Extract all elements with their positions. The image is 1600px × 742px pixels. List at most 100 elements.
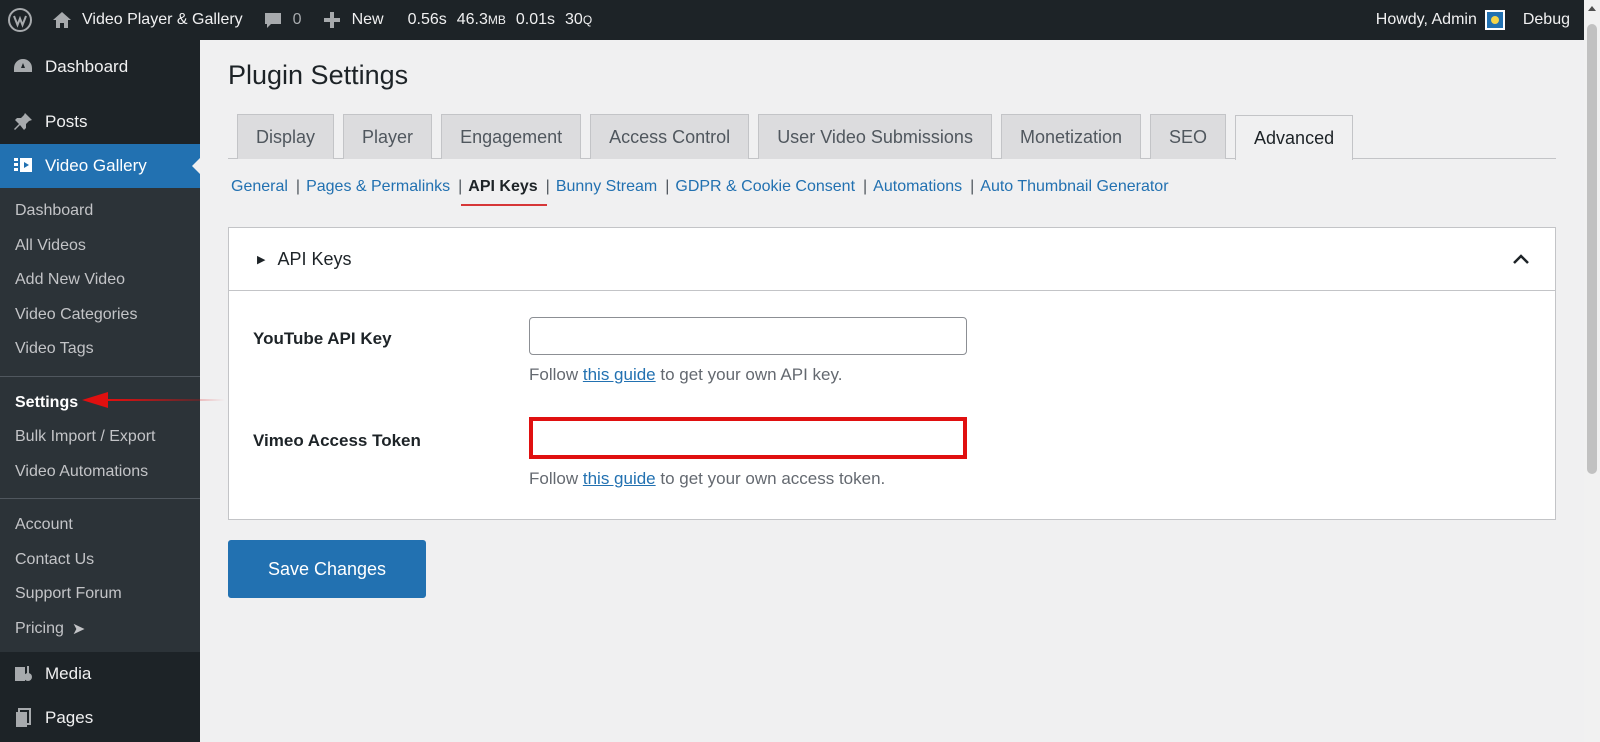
submenu-all-videos[interactable]: All Videos [0, 229, 200, 264]
wp-logo-menu[interactable] [0, 0, 41, 40]
youtube-api-key-field-wrap: Follow this guide to get your own API ke… [529, 317, 967, 385]
disclosure-triangle-icon: ▶ [257, 253, 266, 266]
avatar [1484, 10, 1505, 30]
pushpin-icon [10, 109, 36, 135]
subnav-general[interactable]: General [231, 178, 288, 196]
youtube-guide-link[interactable]: this guide [583, 365, 656, 384]
tab-advanced[interactable]: Advanced [1235, 115, 1354, 160]
tab-engagement[interactable]: Engagement [441, 114, 582, 159]
pricing-arrow-icon: ➤ [71, 620, 86, 638]
menu-video-gallery[interactable]: Video Gallery [0, 144, 200, 188]
submenu-video-automations[interactable]: Video Automations [0, 455, 200, 490]
menu-pages[interactable]: Pages [0, 696, 200, 740]
vimeo-access-token-input[interactable] [529, 417, 967, 459]
scroll-up-arrow-icon[interactable] [1588, 6, 1596, 11]
pages-icon [10, 705, 36, 731]
subnav-separator: | [970, 178, 975, 195]
submenu-account[interactable]: Account [0, 508, 200, 543]
subnav-auto-thumbnail-generator[interactable]: Auto Thumbnail Generator [980, 178, 1168, 196]
submenu-separator [0, 498, 200, 499]
vimeo-access-token-row: Vimeo Access Token Follow this guide to … [253, 417, 1531, 489]
submenu-bulk-import-export[interactable]: Bulk Import / Export [0, 420, 200, 455]
tab-user-video-submissions[interactable]: User Video Submissions [758, 114, 992, 159]
query-monitor-stats[interactable]: 0.56s 46.3MB 0.01s 30Q [399, 0, 602, 40]
submenu-video-tags[interactable]: Video Tags [0, 332, 200, 367]
annotation-arrow-icon [82, 392, 225, 408]
submenu-separator [0, 375, 200, 377]
subnav-gdpr-cookie-consent[interactable]: GDPR & Cookie Consent [675, 178, 855, 196]
submenu-pricing[interactable]: Pricing ➤ [0, 612, 200, 647]
comment-bubble-icon [261, 8, 285, 32]
submenu-dashboard[interactable]: Dashboard [0, 194, 200, 229]
main-content: Plugin Settings Display Player Engagemen… [228, 40, 1556, 598]
subnav-separator: | [295, 178, 301, 195]
submenu-contact-us[interactable]: Contact Us [0, 543, 200, 578]
menu-dashboard-label: Dashboard [45, 57, 129, 76]
panel-title: API Keys [277, 248, 352, 269]
save-changes-button[interactable]: Save Changes [228, 540, 426, 598]
plus-icon [320, 8, 344, 32]
media-icon [10, 661, 36, 687]
menu-media-label: Media [45, 664, 92, 683]
perf-query-time: 0.01s [515, 11, 556, 28]
page-title: Plugin Settings [228, 60, 409, 90]
admin-bar: Video Player & Gallery 0 New 0.56s 46.3M… [0, 0, 1600, 40]
api-keys-panel-header[interactable]: ▶ API Keys [229, 228, 1555, 291]
new-content-menu[interactable]: New [311, 0, 393, 40]
my-account-menu[interactable]: Howdy, Admin [1367, 0, 1514, 40]
perf-queries: 30Q [565, 11, 593, 28]
api-keys-panel: ▶ API Keys YouTube API Key Follow this g… [228, 227, 1556, 520]
youtube-api-key-row: YouTube API Key Follow this guide to get… [253, 317, 1531, 385]
vimeo-access-token-description: Follow this guide to get your own access… [529, 469, 886, 488]
submenu-support-forum[interactable]: Support Forum [0, 577, 200, 612]
tab-monetization[interactable]: Monetization [1000, 114, 1142, 159]
menu-dashboard[interactable]: Dashboard [0, 45, 200, 89]
new-label: New [351, 11, 384, 28]
tab-player[interactable]: Player [343, 114, 433, 159]
subnav-api-keys[interactable]: API Keys [461, 178, 548, 206]
vimeo-access-token-label: Vimeo Access Token [253, 431, 421, 450]
youtube-api-key-label: YouTube API Key [253, 329, 392, 348]
site-name-menu[interactable]: Video Player & Gallery [41, 0, 252, 40]
subnav-separator: | [665, 178, 670, 195]
video-gallery-submenu: Dashboard All Videos Add New Video Video… [0, 188, 200, 652]
site-name: Video Player & Gallery [82, 11, 243, 28]
submenu-pricing-label: Pricing [15, 619, 64, 637]
subnav-separator: | [458, 178, 463, 195]
video-gallery-icon [10, 153, 36, 179]
menu-posts-label: Posts [45, 112, 88, 131]
subnav-pages-permalinks[interactable]: Pages & Permalinks [306, 178, 450, 196]
home-icon [50, 8, 74, 32]
subnav-separator: | [863, 178, 868, 195]
submenu-video-categories[interactable]: Video Categories [0, 298, 200, 333]
youtube-api-key-description: Follow this guide to get your own API ke… [529, 365, 843, 384]
perf-memory: 46.3MB [456, 11, 506, 28]
subnav-separator: | [545, 178, 550, 195]
menu-posts[interactable]: Posts [0, 100, 200, 144]
perf-time: 0.56s [407, 11, 447, 28]
debug-label: Debug [1522, 11, 1570, 28]
vimeo-guide-link[interactable]: this guide [583, 469, 656, 488]
advanced-subnav: General | Pages & Permalinks | API Keys … [228, 173, 1556, 206]
comments-menu[interactable]: 0 [252, 0, 311, 40]
api-keys-panel-body: YouTube API Key Follow this guide to get… [229, 291, 1555, 519]
chevron-up-icon[interactable] [1511, 249, 1531, 269]
vimeo-access-token-field-wrap: Follow this guide to get your own access… [529, 417, 967, 489]
tab-seo[interactable]: SEO [1150, 114, 1227, 159]
settings-tabs: Display Player Engagement Access Control… [228, 114, 1556, 160]
youtube-api-key-input[interactable] [529, 317, 967, 355]
subnav-bunny-stream[interactable]: Bunny Stream [556, 178, 657, 196]
scrollbar-thumb[interactable] [1587, 24, 1597, 474]
wordpress-logo-icon [8, 8, 32, 32]
howdy-text: Howdy, Admin [1375, 11, 1477, 28]
subnav-automations[interactable]: Automations [873, 178, 962, 196]
admin-bar-secondary: Howdy, Admin Debug [1367, 0, 1600, 40]
submenu-add-new-video[interactable]: Add New Video [0, 263, 200, 298]
menu-video-gallery-label: Video Gallery [45, 156, 147, 175]
tab-display[interactable]: Display [237, 114, 335, 159]
page-scrollbar[interactable] [1584, 0, 1600, 742]
dashboard-gauge-icon [10, 54, 36, 80]
menu-pages-label: Pages [45, 708, 94, 727]
menu-media[interactable]: Media [0, 652, 200, 696]
tab-access-control[interactable]: Access Control [590, 114, 750, 159]
